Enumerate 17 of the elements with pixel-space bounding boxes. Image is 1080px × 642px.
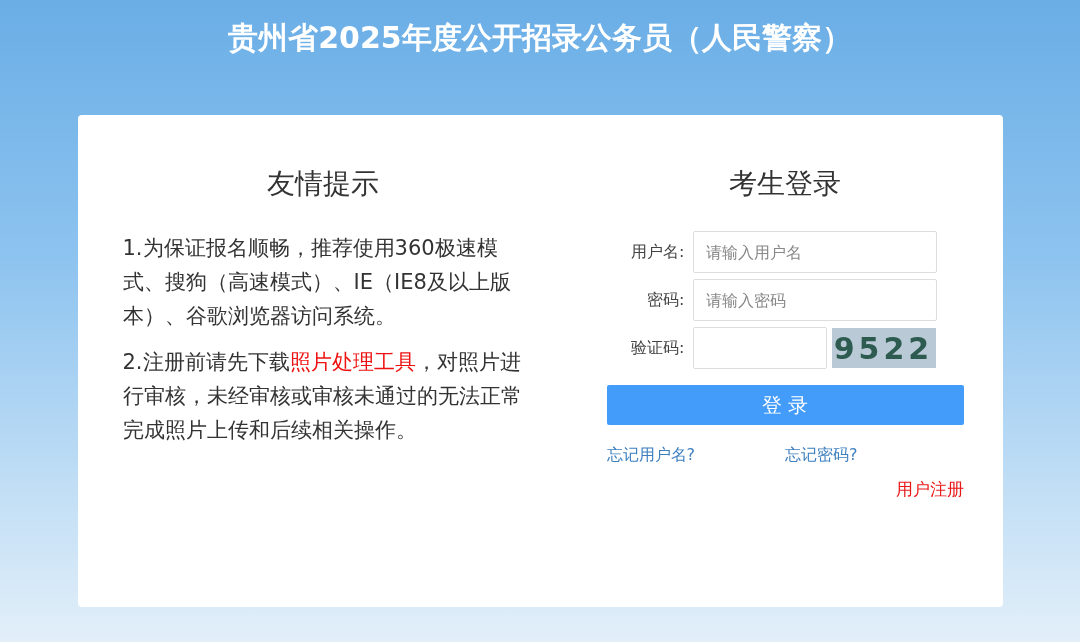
field-label: 验证码: [630, 337, 686, 359]
login-heading: 考生登录 [729, 166, 841, 202]
username-field[interactable]: 请输入用户名 [692, 231, 937, 273]
notice-heading: 友情提示 [266, 166, 379, 202]
tool-download-link[interactable]: 照片处理工具 [289, 350, 416, 374]
register-link[interactable]: 用户注册 [895, 478, 964, 501]
password-field[interactable]: 请输入密码 [692, 279, 937, 321]
captcha-image[interactable]: 9522 [831, 328, 936, 368]
forgot-link[interactable]: 忘记用户名? [606, 445, 785, 466]
field-label: 密码: [646, 289, 686, 311]
page-title: 贵州省2025年度公开招录公务员（人民警察） [228, 19, 852, 57]
forgot-link[interactable]: 忘记密码? [785, 445, 964, 466]
captcha-field[interactable] [692, 327, 827, 369]
field-label: 用户名: [630, 241, 686, 263]
notice-paragraph: 2.注册前请先下载照片处理工具，对照片进行审核，未经审核或审核未通过的无法正常完成照片上传和后续相关操作。 [122, 349, 523, 444]
notice-paragraph: 1.为保证报名顺畅，推荐使用360极速模式、搜狗（高速模式）、IE（IE8及以上版本）、谷歌浏览器访问系统。 [122, 235, 512, 330]
login-button[interactable]: 登 录 [606, 385, 964, 425]
